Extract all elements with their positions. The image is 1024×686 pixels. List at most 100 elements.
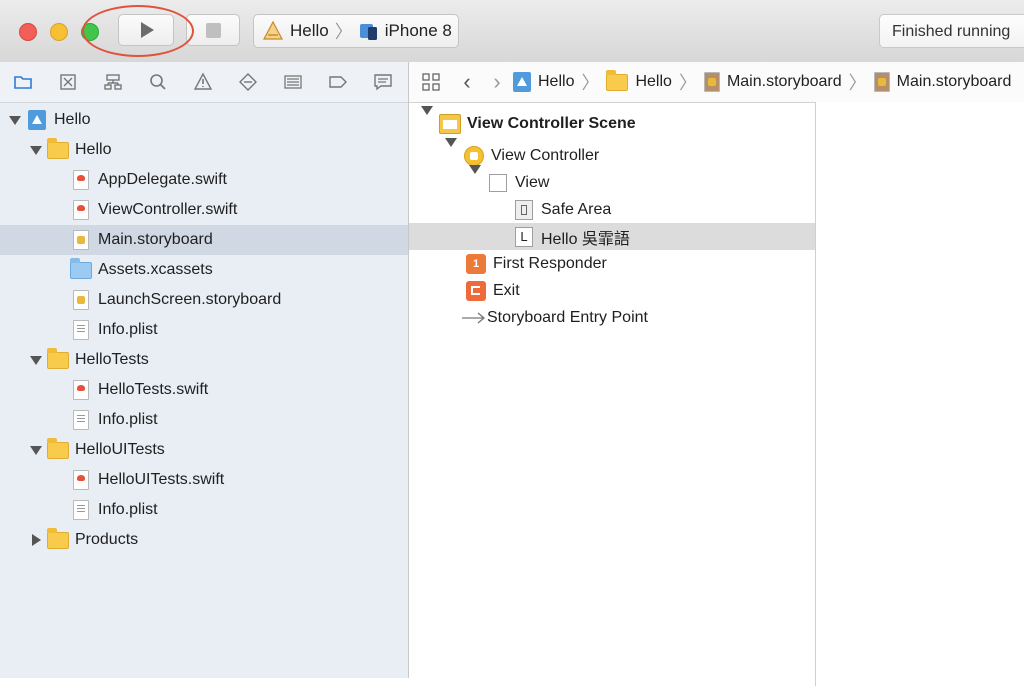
outline-item-view[interactable]: View (409, 164, 815, 196)
tree-item-hellouitests-info-plist[interactable]: Info.plist (0, 495, 408, 525)
tree-item-viewcontroller[interactable]: ViewController.swift (0, 195, 408, 225)
jump-bar-crumb-folder[interactable]: Hello (606, 69, 672, 91)
run-button[interactable] (118, 14, 174, 46)
disclosure-open-icon[interactable] (8, 113, 22, 127)
outline-item-label: First Responder (493, 254, 607, 272)
stop-button[interactable] (186, 14, 240, 46)
tree-item-group-products[interactable]: Products (0, 525, 408, 555)
search-icon (149, 74, 166, 90)
disclosure-open-icon[interactable] (29, 443, 43, 457)
tree-item-group-hello[interactable]: Hello (0, 135, 408, 165)
disclosure-open-icon[interactable] (29, 353, 43, 367)
navigator-tab-tests[interactable] (225, 62, 270, 102)
outline-item-label-hello[interactable]: L Hello 吳霏語 (409, 223, 815, 250)
storyboard-canvas[interactable] (816, 102, 1024, 678)
tree-item-label: HelloTests (75, 351, 149, 368)
swift-file-icon (73, 200, 89, 220)
scheme-selector[interactable]: Hello 〉 iPhone 8 (253, 14, 459, 48)
tree-item-info-plist[interactable]: Info.plist (0, 315, 408, 345)
tree-item-label: Assets.xcassets (98, 261, 213, 278)
tree-item-label: Main.storyboard (98, 231, 213, 248)
view-icon (489, 173, 507, 192)
exit-icon (466, 280, 486, 301)
tree-item-label: Info.plist (98, 321, 158, 338)
tree-item-hellotests-info-plist[interactable]: Info.plist (0, 405, 408, 435)
tree-item-assets[interactable]: Assets.xcassets (0, 255, 408, 285)
window-toolbar: Hello 〉 iPhone 8 Finished running (0, 0, 1024, 63)
tree-item-project-hello[interactable]: Hello (0, 105, 408, 135)
outline-item-first-responder[interactable]: 1 First Responder (409, 250, 815, 277)
tree-item-label: LaunchScreen.storyboard (98, 291, 282, 308)
outline-item-label: View Controller Scene (467, 114, 636, 132)
navigator-tab-reports[interactable] (360, 62, 405, 102)
navigator-tab-project[interactable] (0, 62, 45, 102)
navigator-tab-symbol[interactable] (90, 62, 135, 102)
arrow-right-icon (461, 308, 487, 328)
tree-item-hellouitests-swift[interactable]: HelloUITests.swift (0, 465, 408, 495)
message-icon (373, 74, 392, 91)
grid-icon (422, 73, 440, 91)
close-window-button[interactable] (19, 23, 37, 41)
outline-item-label: Storyboard Entry Point (487, 308, 648, 326)
navigator-tab-breakpoints[interactable] (315, 62, 360, 102)
plist-file-icon (73, 410, 89, 430)
diamond-icon (238, 73, 257, 91)
chevron-right-icon: 〉 (334, 22, 353, 42)
folder-icon (47, 137, 69, 159)
chevron-right-icon: 〉 (581, 73, 600, 93)
swift-file-icon (73, 470, 89, 490)
tree-item-main-storyboard[interactable]: Main.storyboard (0, 225, 408, 255)
document-outline: View Controller Scene View Controller Vi… (409, 102, 816, 686)
tree-item-hellotests-swift[interactable]: HelloTests.swift (0, 375, 408, 405)
folder-icon (47, 527, 69, 549)
storyboard-editor: ‹ › Hello 〉 Hello 〉 Main.storyboard 〉 Ma… (409, 62, 1024, 686)
disclosure-open-icon[interactable] (469, 164, 481, 192)
disclosure-open-icon[interactable] (445, 137, 457, 165)
tree-item-label: HelloUITests.swift (98, 471, 225, 488)
folder-icon (606, 69, 629, 91)
outline-item-safe-area[interactable]: Safe Area (409, 196, 815, 223)
file-tree: Hello Hello AppDelegate.swift ViewContro… (0, 103, 408, 555)
tree-item-appdelegate[interactable]: AppDelegate.swift (0, 165, 408, 195)
tree-item-group-hellotests[interactable]: HelloTests (0, 345, 408, 375)
outline-item-exit[interactable]: Exit (409, 277, 815, 304)
navigator-tab-issues[interactable] (180, 62, 225, 102)
tree-item-label: Products (75, 531, 139, 548)
forward-arrow-icon[interactable]: › (481, 69, 513, 95)
tree-item-group-hellouitests[interactable]: HelloUITests (0, 435, 408, 465)
jump-bar-crumb-storyboard[interactable]: Main.storyboard (703, 72, 842, 92)
tree-item-label: AppDelegate.swift (98, 171, 227, 188)
tree-item-label: Hello (75, 141, 112, 158)
outline-item-label: View (515, 173, 550, 191)
tree-item-label: HelloTests.swift (98, 381, 209, 398)
navigator-tab-find[interactable] (135, 62, 180, 102)
disclosure-open-icon[interactable] (421, 105, 433, 133)
chevron-right-icon: 〉 (678, 73, 697, 93)
label-icon: L (515, 226, 533, 247)
tree-item-launchscreen[interactable]: LaunchScreen.storyboard (0, 285, 408, 315)
scheme-device-label: iPhone 8 (384, 21, 452, 40)
navigator-tab-debug[interactable] (270, 62, 315, 102)
scene-icon (439, 113, 461, 134)
hierarchy-icon (103, 74, 122, 90)
zoom-window-button[interactable] (81, 23, 99, 41)
outline-item-scene[interactable]: View Controller Scene (409, 105, 815, 137)
storyboard-file-icon (73, 290, 89, 310)
jump-bar-crumb-project[interactable]: Hello (513, 72, 574, 92)
back-arrow-icon[interactable]: ‹ (453, 69, 481, 95)
navigator-tab-source-control[interactable] (45, 62, 90, 102)
app-target-icon (263, 21, 283, 40)
folder-icon (47, 347, 69, 369)
disclosure-open-icon[interactable] (29, 143, 43, 157)
related-items-button[interactable] (409, 72, 453, 92)
jump-bar-crumb-storyboard-base[interactable]: Main.storyboard (873, 72, 1012, 92)
plist-file-icon (73, 500, 89, 520)
crumb-label: Hello (538, 73, 575, 90)
folder-icon (13, 76, 32, 89)
folder-icon (47, 437, 69, 459)
crumb-label: Main.storyboard (896, 73, 1012, 90)
disclosure-closed-icon[interactable] (29, 533, 43, 547)
minimize-window-button[interactable] (50, 23, 68, 41)
outline-item-entry-point[interactable]: Storyboard Entry Point (409, 304, 815, 331)
first-responder-icon: 1 (466, 253, 486, 274)
